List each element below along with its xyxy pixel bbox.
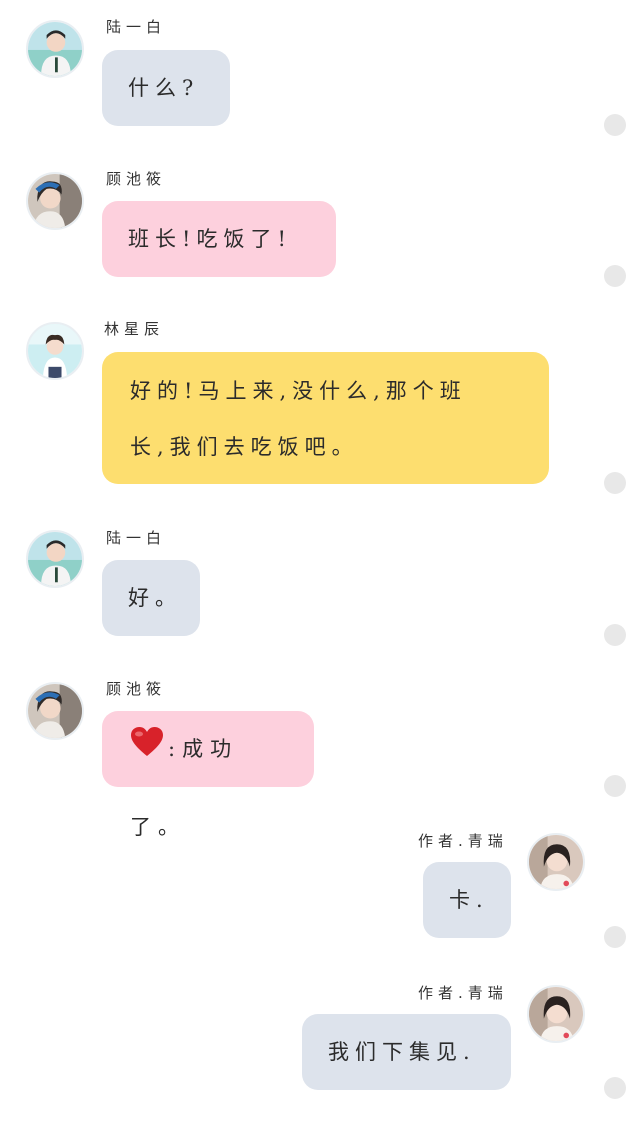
avatar-guchixiao[interactable] xyxy=(26,172,84,230)
author-avatar-image xyxy=(529,987,583,1041)
author-avatar-image xyxy=(529,835,583,889)
message-bubble[interactable]: 班长!吃饭了! xyxy=(102,201,336,277)
message-bubble[interactable]: 卡. xyxy=(423,862,511,938)
avatar-author[interactable] xyxy=(527,985,585,1043)
message-status-dot[interactable] xyxy=(604,1077,626,1099)
heart-icon xyxy=(130,713,164,789)
sender-name: 作者.青瑞 xyxy=(418,984,508,1002)
avatar-author[interactable] xyxy=(527,833,585,891)
girl-avatar-2-image xyxy=(28,324,82,378)
girl-avatar-image xyxy=(28,174,82,228)
sender-name: 陆一白 xyxy=(106,529,167,547)
message-text-line: 长,我们去吃饭吧。 xyxy=(130,435,359,459)
boy-avatar-image xyxy=(28,532,82,586)
message-bubble[interactable]: 什么? xyxy=(102,50,230,126)
message-status-dot[interactable] xyxy=(604,926,626,948)
message-status-dot[interactable] xyxy=(604,624,626,646)
message-text: 卡. xyxy=(449,888,489,912)
message-bubble[interactable]: 我们下集见. xyxy=(302,1014,511,1090)
sender-name: 作者.青瑞 xyxy=(418,832,508,850)
message-status-dot[interactable] xyxy=(604,265,626,287)
sender-name: 陆一白 xyxy=(106,18,167,36)
avatar-linxingchen[interactable] xyxy=(26,322,84,380)
message-status-dot[interactable] xyxy=(604,775,626,797)
message-status-dot[interactable] xyxy=(604,472,626,494)
message-status-dot[interactable] xyxy=(604,114,626,136)
girl-avatar-image xyxy=(28,684,82,738)
message-bubble[interactable]: 好的!马上来,没什么,那个班 长,我们去吃饭吧。 xyxy=(102,352,549,484)
message-bubble[interactable]: 好。 xyxy=(102,560,200,636)
avatar-luyibai[interactable] xyxy=(26,530,84,588)
sender-name: 顾池筱 xyxy=(106,170,167,188)
sender-name: 林星辰 xyxy=(104,320,165,338)
message-text: 好。 xyxy=(128,586,182,610)
message-text-line: 好的!马上来,没什么,那个班 xyxy=(130,379,467,403)
message-text: 我们下集见. xyxy=(328,1040,476,1064)
avatar-luyibai[interactable] xyxy=(26,20,84,78)
message-text: 班长!吃饭了! xyxy=(128,227,292,251)
boy-avatar-image xyxy=(28,22,82,76)
message-text: 什么? xyxy=(128,76,200,100)
avatar-guchixiao[interactable] xyxy=(26,682,84,740)
message-bubble[interactable]: :成功了。 xyxy=(102,711,314,839)
sender-name: 顾池筱 xyxy=(106,680,167,698)
chat-thread: 陆一白 什么? 顾池筱 班长!吃饭了! 林星辰 好的!马上来,没什么,那个班 长… xyxy=(0,0,640,1138)
